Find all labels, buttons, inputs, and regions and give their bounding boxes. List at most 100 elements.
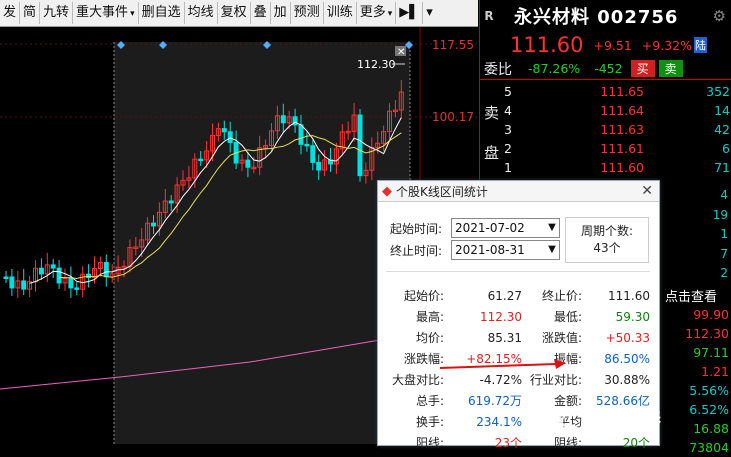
toolbar-remove-watchlist[interactable]: 删自选: [139, 2, 185, 24]
buy-level-vol: 7: [720, 246, 728, 261]
buy-level-vol: 19: [712, 207, 728, 222]
toolbar-ma[interactable]: 均线: [185, 2, 218, 24]
toolbar-adjust[interactable]: 复权: [218, 2, 251, 24]
last-price: 111.60: [510, 33, 584, 57]
toolbar-more[interactable]: 更多: [357, 2, 397, 24]
period-count-label: 周期个数:: [580, 224, 634, 238]
detail-link[interactable]: 点击查看: [665, 286, 717, 305]
svg-text:✕: ✕: [397, 47, 405, 58]
stat-value-2: 86.50%: [604, 351, 650, 366]
stat-key-2: 阴线:: [553, 436, 582, 450]
detail-value: 97.11: [693, 345, 729, 360]
stat-key: 均价:: [415, 331, 444, 345]
sell-level-num: 4: [504, 103, 512, 118]
stat-value-2: +50.33: [605, 330, 650, 345]
candle-body: [316, 161, 322, 171]
start-time-label: 起始时间:: [390, 222, 443, 236]
sell-level-num: 2: [504, 141, 512, 156]
stat-key: 换手:: [415, 415, 444, 429]
chevron-down-icon[interactable]: ▼: [545, 241, 559, 259]
candle-body: [151, 222, 156, 227]
sell-button[interactable]: 卖: [658, 60, 683, 77]
detail-value: 99.90: [693, 307, 729, 322]
app-logo-icon: ◆: [382, 183, 392, 199]
candle-body: [21, 280, 27, 290]
weibi-pct: -87.26%: [528, 61, 581, 76]
toolbar-overlay[interactable]: 叠: [251, 2, 271, 24]
stat-key-2: 涨跌值:: [541, 331, 582, 345]
toolbar-training[interactable]: 训练: [324, 2, 357, 24]
sell-level-vol: 6: [722, 141, 730, 156]
price-change-pct: +9.32%: [641, 37, 692, 53]
sell-level-row[interactable]: 2 111.61 6: [504, 139, 730, 158]
stat-key: 涨跌幅:: [403, 352, 444, 366]
sell-level-row[interactable]: 4 111.64 14: [504, 101, 730, 120]
stock-name: 永兴材料 002756: [514, 7, 679, 28]
toolbar-add[interactable]: 加: [271, 2, 291, 24]
sell-level-num: 5: [504, 84, 512, 99]
detail-value: 1.21: [701, 364, 729, 379]
candle-body: [304, 143, 310, 147]
buy-button[interactable]: 买: [630, 60, 655, 77]
sell-book-label-2: 盘: [484, 144, 500, 162]
sell-level-row[interactable]: 1 111.60 71: [504, 158, 730, 177]
price-row: 111.60 +9.51 +9.32% 陆: [480, 32, 731, 58]
gear-icon[interactable]: ⚙: [713, 7, 726, 25]
toolbar-expand-icon[interactable]: ▶▌: [396, 2, 424, 24]
toolbar-jian[interactable]: 简: [20, 2, 41, 24]
toolbar-major-events[interactable]: 重大事件: [73, 2, 139, 24]
detail-values: 99.90 112.30 97.11 1.21 5.56% 6.52% 16.88 73804: [685, 305, 729, 457]
stat-value: 619.72万: [468, 394, 522, 408]
candle-body: [245, 159, 251, 168]
weibi-label: 委比: [484, 61, 512, 78]
candle-body: [3, 276, 9, 279]
chevron-down-icon[interactable]: ▼: [545, 219, 559, 237]
stat-value: 85.31: [487, 330, 522, 345]
chart-toolbar: 发 简 九转 重大事件 删自选 均线 复权 叠 加 预测 训练 更多 ▶▌ ▾: [0, 0, 478, 27]
stat-value-2: 111.60: [608, 288, 650, 303]
stat-value: 234.1%: [476, 414, 522, 429]
weibi-value: -452: [594, 61, 623, 76]
max-price-marker: 112.30: [357, 58, 396, 71]
toolbar-jiuzhuan[interactable]: 九转: [40, 2, 74, 24]
close-icon[interactable]: ✕: [641, 183, 653, 199]
price-change: +9.51: [593, 37, 632, 53]
stat-value-2: 59.30: [615, 309, 650, 324]
sell-level-row[interactable]: 3 111.63 42: [504, 120, 730, 139]
stat-value-2: 30.88%: [604, 372, 650, 387]
candle-body: [227, 131, 233, 144]
toolbar-dropdown-icon[interactable]: ▾: [423, 2, 436, 24]
selected-range-highlight: [114, 42, 410, 444]
candle-body: [68, 277, 74, 289]
buy-level-vol: 1: [720, 227, 728, 241]
sell-level-num: 3: [504, 122, 512, 137]
stat-key: 阳线:: [415, 436, 444, 450]
stat-key: 总手:: [415, 394, 444, 408]
candle-body: [310, 145, 316, 163]
stat-key: 最高:: [415, 310, 444, 324]
sell-book-label: 卖: [484, 104, 500, 122]
sell-book: 卖 盘 5 111.65 352 4 111.64 14 3 111.63 42 2 …: [480, 80, 731, 180]
sell-level-row[interactable]: 5 111.65 352: [504, 82, 730, 101]
toolbar-forecast[interactable]: 预测: [291, 2, 324, 24]
end-time-label: 终止时间:: [390, 244, 443, 258]
candle-body: [168, 200, 174, 204]
sell-level-price: 111.61: [600, 141, 644, 156]
start-time-select[interactable]: 2021-07-02 ▼: [451, 218, 560, 238]
stat-value-2: 20个: [622, 436, 650, 450]
end-time-select[interactable]: 2021-08-31 ▼: [451, 240, 560, 260]
stats-row: 起始价: 61.27 终止价: 111.60: [388, 285, 650, 306]
detail-value: 112.30: [685, 326, 729, 341]
weibi-row: 委比 -87.26% -452 买 卖: [480, 58, 731, 80]
candle-body: [221, 128, 227, 133]
buy-level-vol: 4: [720, 188, 728, 202]
toolbar-fa[interactable]: 发: [0, 2, 21, 24]
candle-body: [74, 287, 80, 290]
price-tick-mid: 100.17: [432, 110, 474, 124]
period-count-value: 43个: [593, 241, 621, 255]
sell-level-price: 111.60: [600, 160, 644, 175]
stat-value: 112.30: [480, 309, 522, 324]
sell-level-price: 111.63: [600, 122, 644, 137]
sell-level-vol: 71: [714, 160, 730, 175]
sell-level-price: 111.65: [600, 84, 644, 99]
